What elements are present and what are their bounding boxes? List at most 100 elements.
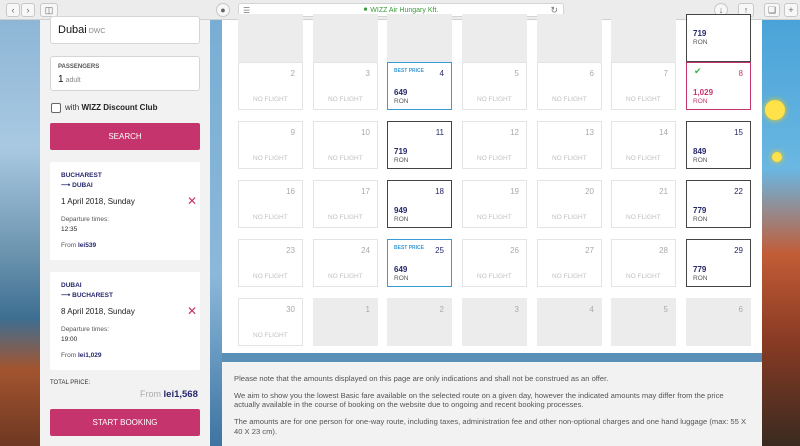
day-number: 12 [510,128,519,137]
calendar-day-cell: 21 NO FLIGHT [611,180,676,228]
calendar-day-cell: 14 NO FLIGHT [611,121,676,169]
calendar-day-cell: 20 NO FLIGHT [537,180,602,228]
start-booking-button[interactable]: START BOOKING [50,409,200,436]
forward-button[interactable]: › [21,3,35,17]
fare-currency: RON [693,216,708,223]
calendar-day-cell: 23 NO FLIGHT [238,239,303,287]
day-number: 5 [514,69,519,78]
back-button[interactable]: ‹ [6,3,20,17]
no-flight-label: NO FLIGHT [328,273,363,280]
no-flight-label: NO FLIGHT [328,155,363,162]
no-flight-label: NO FLIGHT [552,273,587,280]
no-flight-label: NO FLIGHT [253,273,288,280]
discount-club-checkbox[interactable] [51,103,61,113]
calendar-day-cell: 5 [611,298,676,346]
calendar-day-cell: 6 [686,298,751,346]
calendar-day-cell: 5 NO FLIGHT [462,62,527,110]
day-number: 4 [439,69,444,78]
destination-city: Dubai DWC [58,24,106,36]
discount-club-label[interactable]: with WIZZ Discount Club [65,103,157,112]
calendar-day-cell: 7 NO FLIGHT [611,62,676,110]
privacy-icon[interactable]: ● [216,3,230,17]
calendar-day-cell: 4 [537,298,602,346]
disclaimer-notes: Please note that the amounts displayed o… [222,362,762,446]
calendar-day-cell[interactable]: 719 RON [686,14,751,62]
day-number: 2 [439,305,444,314]
no-flight-label: NO FLIGHT [328,96,363,103]
total-price-value: From lei1,568 [140,389,198,400]
day-number: 17 [361,187,370,196]
no-flight-label: NO FLIGHT [626,96,661,103]
day-number: 3 [514,305,519,314]
no-flight-label: NO FLIGHT [552,214,587,221]
day-number: 10 [361,128,370,137]
day-number: 20 [585,187,594,196]
booking-sidebar: Dubai DWC PASSENGERS 1 adult with WIZZ Dis… [40,16,210,446]
day-number: 15 [734,128,743,137]
trip-date: 8 April 2018, Sunday [61,307,135,316]
no-flight-label: NO FLIGHT [253,214,288,221]
calendar-day-cell: 13 NO FLIGHT [537,121,602,169]
best-price-badge: BEST PRICE [394,245,425,251]
sun-decoration [765,100,785,120]
calendar-day-cell[interactable]: 25 BEST PRICE 649 RON [387,239,452,287]
calendar-day-cell: 12 NO FLIGHT [462,121,527,169]
no-flight-label: NO FLIGHT [253,332,288,339]
fare-price: 1,029 [693,88,714,97]
no-flight-label: NO FLIGHT [552,96,587,103]
calendar-day-cell: 6 NO FLIGHT [537,62,602,110]
calendar-day-cell[interactable]: 4 BEST PRICE 649 RON [387,62,452,110]
fare-currency: RON [394,275,409,282]
calendar-day-cell[interactable]: 18 949 RON [387,180,452,228]
calendar-day-cell-selected[interactable]: 8 ✔ 1,029 RON [686,62,751,110]
departure-time: 12:35 [61,226,78,233]
day-number: 19 [510,187,519,196]
fare-price: 779 [693,265,707,274]
passengers-field[interactable]: PASSENGERS 1 adult [50,56,200,91]
calendar-day-cell: 24 NO FLIGHT [313,239,378,287]
calendar-day-cell [238,14,303,62]
sidebar-toggle-button[interactable]: ◫ [40,3,58,17]
fare-currency: RON [693,275,708,282]
calendar-day-cell [462,14,527,62]
calendar-day-cell: 30 NO FLIGHT [238,298,303,346]
search-button[interactable]: SEARCH [50,123,200,150]
day-number: 6 [738,305,743,314]
destination-field[interactable]: Dubai DWC [50,16,200,44]
fare-currency: RON [394,157,409,164]
trip-destination: ⟶ DUBAI [61,182,93,189]
fare-price: 849 [693,147,707,156]
calendar-day-cell[interactable]: 15 849 RON [686,121,751,169]
calendar-day-cell [537,14,602,62]
no-flight-label: NO FLIGHT [477,273,512,280]
passengers-unit: adult [65,77,81,84]
no-flight-label: NO FLIGHT [477,214,512,221]
day-number: 24 [361,246,370,255]
calendar-day-cell: 26 NO FLIGHT [462,239,527,287]
remove-trip-icon[interactable]: ✕ [187,305,197,317]
background-scenery-middle [210,20,222,446]
fare-price: 649 [394,265,408,274]
fare-currency: RON [693,98,708,105]
day-number: 14 [659,128,668,137]
fare-currency: RON [693,39,708,46]
calendar-day-cell[interactable]: 29 779 RON [686,239,751,287]
day-number: 28 [659,246,668,255]
calendar-day-cell: 28 NO FLIGHT [611,239,676,287]
tabs-button[interactable]: ❏ [764,3,780,17]
remove-trip-icon[interactable]: ✕ [187,195,197,207]
new-tab-button[interactable]: + [784,3,798,17]
calendar-day-cell[interactable]: 11 719 RON [387,121,452,169]
day-number: 5 [663,305,668,314]
day-number: 29 [734,246,743,255]
calendar-day-cell[interactable]: 22 779 RON [686,180,751,228]
trip-card-outbound: BUCHAREST ⟶ DUBAI 1 April 2018, Sunday ✕… [50,162,200,260]
day-number: 30 [286,305,295,314]
day-number: 9 [290,128,295,137]
background-scenery-right [762,20,800,446]
background-scenery-left [0,20,40,446]
day-number: 16 [286,187,295,196]
calendar-day-cell: 16 NO FLIGHT [238,180,303,228]
no-flight-label: NO FLIGHT [253,155,288,162]
lock-icon: ■ [363,7,368,13]
